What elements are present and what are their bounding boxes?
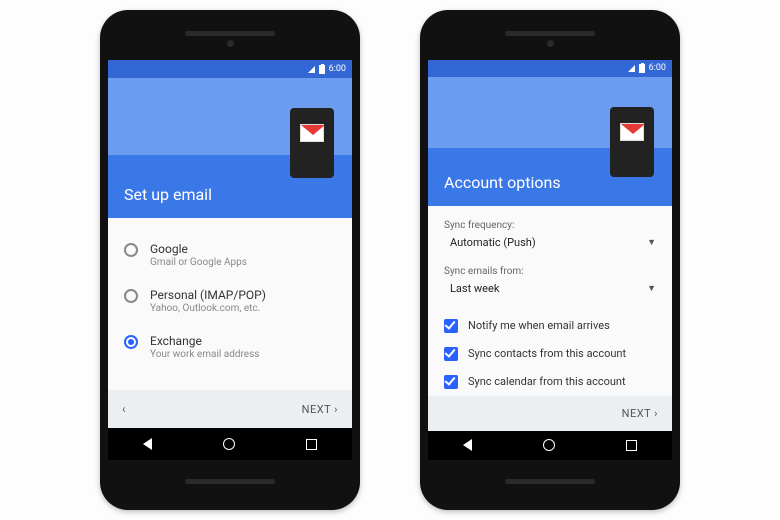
- check-sync-contacts[interactable]: Sync contacts from this account: [444, 340, 656, 368]
- option-title: Personal (IMAP/POP): [150, 288, 266, 302]
- chevron-down-icon: ▼: [647, 237, 656, 248]
- option-exchange[interactable]: Exchange Your work email address: [124, 324, 336, 370]
- gmail-icon: [620, 123, 644, 141]
- next-button[interactable]: NEXT ›: [302, 403, 338, 416]
- next-button[interactable]: NEXT ›: [622, 407, 658, 420]
- check-sync-calendar[interactable]: Sync calendar from this account: [444, 368, 656, 396]
- signal-icon: [628, 65, 635, 72]
- check-label: Notify me when email arrives: [468, 319, 610, 332]
- nav-home-icon[interactable]: [543, 439, 555, 451]
- checkbox-icon[interactable]: [444, 319, 458, 333]
- field-label: Sync frequency:: [444, 220, 656, 231]
- battery-icon: [639, 64, 645, 73]
- check-label: Sync calendar from this account: [468, 375, 626, 388]
- checkbox-icon[interactable]: [444, 375, 458, 389]
- radio-icon[interactable]: [124, 243, 138, 257]
- sync-frequency-dropdown[interactable]: Automatic (Push) ▼: [444, 234, 656, 256]
- radio-icon[interactable]: [124, 289, 138, 303]
- nav-home-icon[interactable]: [223, 438, 235, 450]
- front-camera: [227, 40, 234, 47]
- page-title: Set up email: [124, 185, 212, 204]
- option-subtitle: Gmail or Google Apps: [150, 257, 247, 268]
- status-bar: 6:00: [108, 60, 352, 78]
- option-title: Google: [150, 242, 247, 256]
- bezel-bottom: [428, 460, 672, 502]
- sync-frequency-field: Sync frequency: Automatic (Push) ▼: [444, 220, 656, 256]
- gmail-icon: [300, 124, 324, 142]
- speaker-slot: [185, 479, 275, 484]
- bezel-bottom: [108, 460, 352, 502]
- hero-banner: Account options: [428, 77, 672, 206]
- back-button[interactable]: ‹: [122, 402, 126, 416]
- option-personal[interactable]: Personal (IMAP/POP) Yahoo, Outlook.com, …: [124, 278, 336, 324]
- bezel-top: [428, 18, 672, 60]
- phone-account-options: 6:00 Account options Sync frequency: Aut…: [420, 10, 680, 510]
- speaker-slot: [505, 31, 595, 36]
- dropdown-value: Automatic (Push): [450, 236, 536, 249]
- speaker-slot: [505, 479, 595, 484]
- screen: 6:00 Account options Sync frequency: Aut…: [428, 60, 672, 460]
- battery-icon: [319, 65, 325, 74]
- speaker-slot: [185, 31, 275, 36]
- footer-bar: NEXT ›: [428, 396, 672, 431]
- option-title: Exchange: [150, 334, 259, 348]
- android-navbar: [108, 428, 352, 460]
- dropdown-value: Last week: [450, 282, 499, 295]
- phone-setup-email: 6:00 Set up email Google Gmail or Google…: [100, 10, 360, 510]
- status-time: 6:00: [329, 64, 346, 74]
- field-label: Sync emails from:: [444, 266, 656, 277]
- phone-illustration: [610, 107, 654, 177]
- option-google[interactable]: Google Gmail or Google Apps: [124, 232, 336, 278]
- option-subtitle: Your work email address: [150, 349, 259, 360]
- footer-bar: ‹ NEXT ›: [108, 390, 352, 428]
- nav-recent-icon[interactable]: [626, 440, 637, 451]
- option-subtitle: Yahoo, Outlook.com, etc.: [150, 303, 266, 314]
- nav-back-icon[interactable]: [463, 439, 472, 451]
- page-title: Account options: [444, 173, 561, 192]
- signal-icon: [308, 66, 315, 73]
- nav-recent-icon[interactable]: [306, 439, 317, 450]
- sync-from-dropdown[interactable]: Last week ▼: [444, 280, 656, 302]
- radio-icon[interactable]: [124, 335, 138, 349]
- check-notify[interactable]: Notify me when email arrives: [444, 312, 656, 340]
- front-camera: [547, 40, 554, 47]
- phone-illustration: [290, 108, 334, 178]
- chevron-down-icon: ▼: [647, 283, 656, 294]
- hero-banner: Set up email: [108, 78, 352, 218]
- android-navbar: [428, 431, 672, 460]
- bezel-top: [108, 18, 352, 60]
- checkbox-icon[interactable]: [444, 347, 458, 361]
- status-bar: 6:00: [428, 60, 672, 77]
- screen: 6:00 Set up email Google Gmail or Google…: [108, 60, 352, 460]
- content-area: Sync frequency: Automatic (Push) ▼ Sync …: [428, 206, 672, 396]
- sync-from-field: Sync emails from: Last week ▼: [444, 266, 656, 302]
- check-label: Sync contacts from this account: [468, 347, 626, 360]
- content-area: Google Gmail or Google Apps Personal (IM…: [108, 218, 352, 390]
- status-time: 6:00: [649, 63, 666, 73]
- nav-back-icon[interactable]: [143, 438, 152, 450]
